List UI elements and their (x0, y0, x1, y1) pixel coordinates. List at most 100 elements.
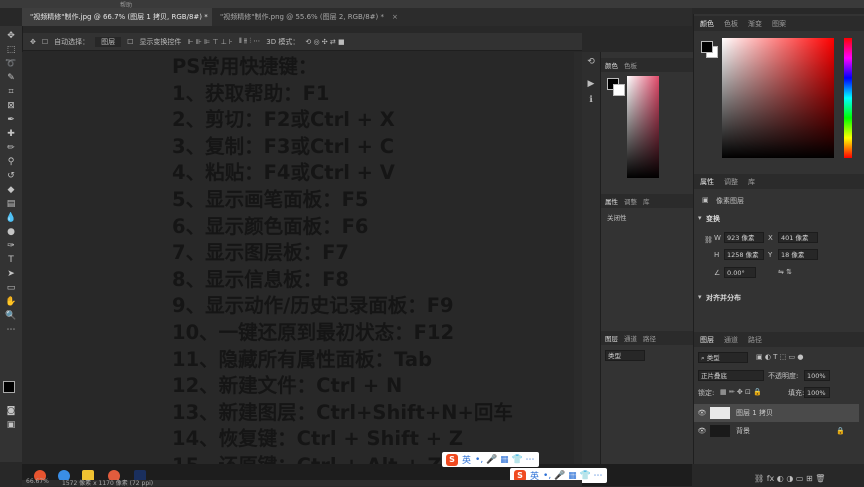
shortcut-line: 4、粘贴：F4或Ctrl + V (172, 161, 395, 185)
color-field[interactable] (627, 76, 659, 178)
clone-stamp-icon[interactable]: ⚲ (3, 155, 19, 168)
3d-tool-icons[interactable]: ⟲ ◎ ✣ ⇄ ■ (305, 38, 344, 46)
tab-swatches[interactable]: 色板 (724, 19, 738, 29)
canvas-heading: PS常用快捷键： (172, 55, 318, 78)
more-tools-icon[interactable]: ⋯ (3, 323, 19, 336)
tab-paths[interactable]: 路径 (748, 335, 762, 345)
tab-color[interactable]: 颜色 (605, 60, 618, 70)
ime-tool-icons[interactable]: •, 🎤 ▦ 👕 ⋯ (543, 471, 603, 481)
background-color-swatch[interactable] (613, 84, 625, 96)
brush-tool-icon[interactable]: ✏ (3, 141, 19, 154)
x-field[interactable]: 401 像素 (778, 232, 818, 243)
mid-dock: 颜色 色板 属性 调整 库 关闭性 图层 通道 路径 类型 (600, 52, 693, 464)
distribute-icons[interactable]: ⫴ ⫵ ⫶ ⋯ (239, 37, 261, 46)
history-panel-icon[interactable]: ⟲ (585, 56, 597, 68)
x-label: X (768, 234, 773, 242)
tab-properties[interactable]: 属性 (605, 196, 618, 206)
hand-tool-icon[interactable]: ✋ (3, 295, 19, 308)
collapse-chevron-icon[interactable]: ▾ (698, 293, 702, 301)
w-label: W (714, 234, 721, 242)
dodge-tool-icon[interactable]: ● (3, 225, 19, 238)
tab-properties[interactable]: 属性 (700, 177, 714, 187)
layer-footer-icons[interactable]: ⛓ fx ◐ ◑ ▭ ⊞ 🗑 (754, 474, 825, 483)
lasso-tool-icon[interactable]: ➰ (3, 57, 19, 70)
angle-field[interactable]: 0.00° (724, 267, 756, 278)
color-picker-field[interactable] (722, 38, 834, 158)
crop-tool-icon[interactable]: ⌗ (3, 85, 19, 98)
eyedropper-icon[interactable]: ✒ (3, 113, 19, 126)
link-dimensions-icon[interactable]: ⛓ (704, 236, 713, 244)
properties-panel-tabs: 属性 调整 库 (694, 174, 864, 189)
layer-row-background[interactable]: 👁 背景 🔒 (694, 422, 859, 440)
gradient-tool-icon[interactable]: ▤ (3, 197, 19, 210)
align-icons[interactable]: ⊩ ⊪ ⊫ ⊤ ⊥ ⊦ (187, 38, 232, 46)
blur-tool-icon[interactable]: 💧 (3, 211, 19, 224)
y-field[interactable]: 18 像素 (778, 249, 818, 260)
history-brush-icon[interactable]: ↺ (3, 169, 19, 182)
tab-color[interactable]: 颜色 (700, 19, 714, 29)
shape-tool-icon[interactable]: ▭ (3, 281, 19, 294)
foreground-color-swatch[interactable] (701, 41, 713, 53)
layer-filter-icons[interactable]: ▣ ◐ T ⬚ ▭ ● (756, 353, 803, 361)
info-panel-icon[interactable]: ℹ (585, 94, 597, 106)
tab-channels[interactable]: 通道 (724, 335, 738, 345)
shortcut-line: 11、隐藏所有属性面板：Tab (172, 347, 433, 371)
quick-select-icon[interactable]: ✎ (3, 71, 19, 84)
tab-swatches[interactable]: 色板 (624, 60, 637, 70)
zoom-level[interactable]: 66.67% (26, 478, 49, 485)
blend-mode-select[interactable]: 正片叠底 (698, 370, 764, 381)
ime-tool-icons[interactable]: •, 🎤 ▦ 👕 ⋯ (475, 455, 535, 465)
tab-channels[interactable]: 通道 (624, 333, 637, 343)
tab-gradients[interactable]: 渐变 (748, 19, 762, 29)
tab-libraries[interactable]: 库 (748, 177, 755, 187)
hue-slider[interactable] (844, 38, 852, 158)
zoom-tool-icon[interactable]: 🔍 (3, 309, 19, 322)
path-select-icon[interactable]: ➤ (3, 267, 19, 280)
marquee-tool-icon[interactable]: ⬚ (3, 43, 19, 56)
collapse-chevron-icon[interactable]: ▾ (698, 214, 702, 222)
tab-video-jpg[interactable]: "视频精修"制作.jpg @ 66.7% (图层 1 拷贝, RGB/8#) *… (22, 8, 212, 26)
move-tool-icon[interactable]: ✥ (30, 38, 36, 46)
menu-bar: 帮助 (0, 0, 864, 9)
flip-icons[interactable]: ⇋ ⇅ (778, 268, 792, 276)
fill-field[interactable]: 100% (804, 387, 830, 398)
tab-layers[interactable]: 图层 (700, 335, 714, 345)
frame-tool-icon[interactable]: ⊠ (3, 99, 19, 112)
screen-mode-icon[interactable]: ▣ (3, 418, 19, 431)
eraser-tool-icon[interactable]: ◆ (3, 183, 19, 196)
target-select[interactable]: 图层 (95, 36, 122, 47)
height-field[interactable]: 1258 像素 (724, 249, 764, 260)
eye-icon[interactable]: 👁 (694, 427, 710, 435)
canvas-scrollbar[interactable] (574, 52, 582, 464)
show-transform-checkbox[interactable]: ☐ (127, 38, 133, 46)
tab-libraries[interactable]: 库 (643, 196, 650, 206)
eye-icon[interactable]: 👁 (694, 409, 710, 417)
pen-tool-icon[interactable]: ✑ (3, 239, 19, 252)
tab-video-png[interactable]: "视频精修"制作.png @ 55.6% (图层 2, RGB/8#) * × (212, 8, 408, 26)
tab-patterns[interactable]: 图案 (772, 19, 786, 29)
document-canvas[interactable]: PS常用快捷键： 1、获取帮助：F1 2、剪切：F2或Ctrl + X 3、复制：F3… (22, 52, 582, 464)
quick-mask-icon[interactable]: ◙ (3, 404, 19, 417)
layer-filter-select[interactable]: 类型 (605, 350, 645, 361)
lock-icons[interactable]: ▦ ✏ ✥ ⊡ 🔒 (720, 388, 762, 396)
move-tool-icon[interactable]: ✥ (3, 29, 19, 42)
auto-select-checkbox[interactable]: ☐ (42, 38, 48, 46)
options-bar: ✥ ☐ 自动选择： 图层 ☐ 显示变换控件 ⊩ ⊪ ⊫ ⊤ ⊥ ⊦ ⫴ ⫵ ⫶ … (22, 33, 582, 51)
ime-language[interactable]: 英 (462, 453, 471, 466)
play-action-icon[interactable]: ▶ (585, 78, 597, 90)
layer-row-copy[interactable]: 👁 图层 1 拷贝 (694, 404, 859, 422)
shortcut-list: PS常用快捷键： 1、获取帮助：F1 2、剪切：F2或Ctrl + X 3、复制：F3… (172, 54, 513, 464)
kind-filter-select[interactable]: ⌕ 类型 (698, 352, 748, 363)
tab-paths[interactable]: 路径 (643, 333, 656, 343)
ime-toolbar[interactable]: S 英 •, 🎤 ▦ 👕 ⋯ (442, 452, 539, 467)
close-icon[interactable]: × (392, 13, 398, 21)
width-field[interactable]: 923 像素 (724, 232, 764, 243)
auto-select-label: 自动选择： (54, 37, 90, 46)
tab-adjustments[interactable]: 调整 (724, 177, 738, 187)
foreground-color-swatch[interactable] (3, 381, 15, 393)
tab-adjustments[interactable]: 调整 (624, 196, 637, 206)
healing-brush-icon[interactable]: ✚ (3, 127, 19, 140)
type-tool-icon[interactable]: T (3, 253, 19, 266)
tab-layers[interactable]: 图层 (605, 333, 618, 343)
opacity-field[interactable]: 100% (804, 370, 830, 381)
